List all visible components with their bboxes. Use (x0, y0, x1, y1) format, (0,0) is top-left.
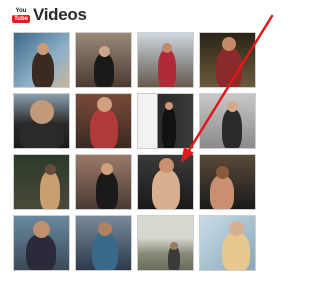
thumbnail-face (170, 242, 178, 250)
thumbnail-figure (222, 108, 242, 148)
thumbnail-face (165, 102, 173, 110)
video-thumbnail[interactable] (75, 93, 132, 149)
thumbnail-face (162, 43, 172, 53)
thumbnail-face (158, 158, 174, 173)
thumbnail-figure (96, 171, 118, 209)
youtube-logo-tube: Tube (12, 15, 30, 23)
thumbnail-face (32, 221, 50, 238)
video-thumbnail[interactable] (199, 32, 256, 88)
video-thumbnail[interactable] (13, 215, 70, 271)
thumbnail-figure (32, 51, 54, 87)
thumbnail-figure (90, 108, 118, 148)
video-thumbnail[interactable] (199, 215, 256, 271)
thumbnail-face (98, 222, 112, 236)
thumbnail-figure (222, 232, 250, 270)
thumbnail-figure (216, 47, 242, 87)
video-thumbnail[interactable] (199, 93, 256, 149)
youtube-logo-icon[interactable]: You Tube (12, 7, 30, 23)
thumbnail-face (215, 166, 229, 179)
thumbnail-face (98, 46, 110, 57)
thumbnail-figure (26, 234, 56, 270)
thumbnail-face (228, 221, 244, 236)
video-thumbnail[interactable] (13, 32, 70, 88)
video-thumbnail[interactable] (75, 154, 132, 210)
thumbnail-figure (40, 171, 60, 209)
thumbnail-face (226, 101, 238, 112)
thumbnail-figure (162, 106, 176, 148)
youtube-logo-you: You (15, 8, 27, 14)
thumbnail-image (138, 216, 193, 270)
videos-header: You Tube Videos (12, 4, 87, 26)
thumbnail-face (101, 163, 113, 175)
video-thumbnail[interactable] (13, 93, 70, 149)
video-thumbnail[interactable] (137, 154, 194, 210)
video-thumbnail[interactable] (75, 32, 132, 88)
video-thumbnail[interactable] (137, 93, 194, 149)
thumbnail-figure (152, 169, 180, 209)
thumbnail-figure (210, 175, 234, 209)
video-thumbnail[interactable] (13, 154, 70, 210)
thumbnail-face (44, 164, 56, 175)
thumbnail-figure (158, 49, 176, 87)
thumbnail-figure (92, 232, 118, 270)
thumbnail-face (222, 37, 236, 51)
thumbnail-face (30, 100, 54, 124)
video-thumbnail[interactable] (199, 154, 256, 210)
video-thumbnail[interactable] (137, 32, 194, 88)
thumbnail-figure (20, 120, 64, 148)
video-thumbnail-grid (13, 32, 256, 271)
section-title: Videos (33, 5, 87, 24)
video-thumbnail[interactable] (75, 215, 132, 271)
thumbnail-figure (94, 53, 114, 87)
thumbnail-face (96, 97, 112, 112)
video-thumbnail[interactable] (137, 215, 194, 271)
thumbnail-face (37, 43, 49, 55)
